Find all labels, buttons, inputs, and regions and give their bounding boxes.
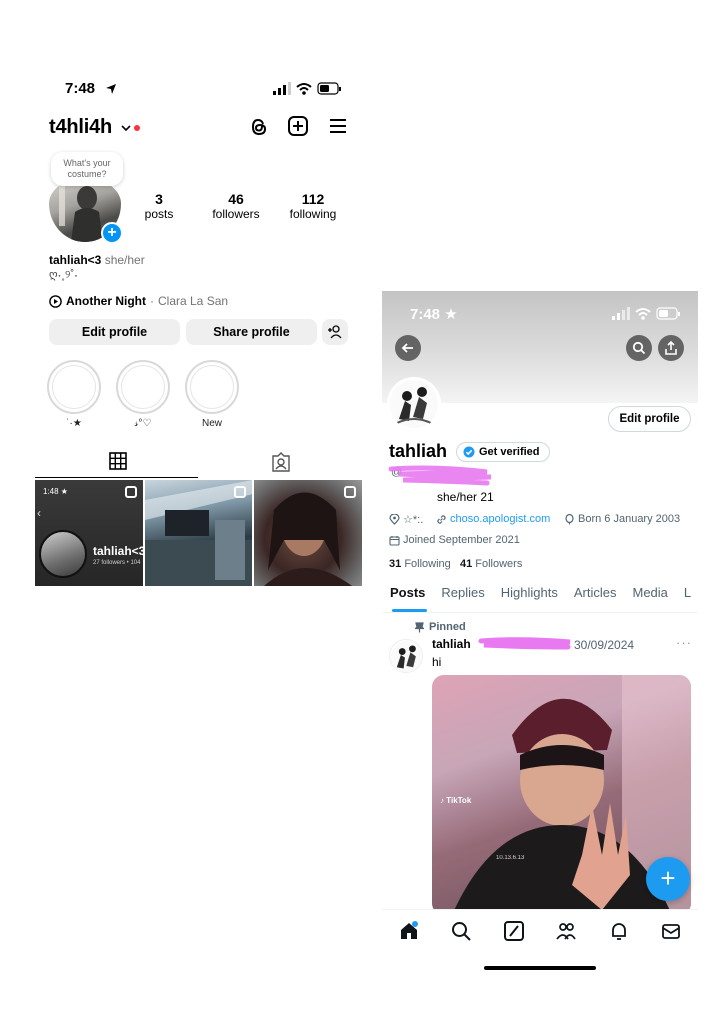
signal-icon (612, 307, 630, 320)
home-icon[interactable] (398, 920, 420, 942)
pronouns: she/her (104, 253, 145, 267)
follow-counts: 31 Following 41 Followers (389, 558, 522, 570)
new-highlight-button[interactable]: + New (184, 360, 240, 429)
status-time: 7:48 ★ (410, 306, 458, 323)
tiktok-watermark: ♪ TikTok (440, 796, 472, 805)
share-profile-button[interactable]: Share profile (186, 319, 317, 345)
search-icon[interactable] (450, 920, 472, 942)
svg-text:10.13.6.13: 10.13.6.13 (496, 855, 525, 861)
grid-post-2[interactable] (144, 480, 253, 586)
signal-icon (273, 82, 291, 95)
link-icon (436, 514, 447, 525)
edit-profile-button[interactable]: Edit profile (608, 406, 691, 432)
active-tab-indicator (35, 477, 198, 478)
display-name: tahliah<3 she/her (49, 253, 145, 267)
threads-icon[interactable] (249, 116, 269, 138)
profile-tabs: Posts Replies Highlights Articles Media … (382, 585, 698, 613)
post-date: 30/09/2024 (574, 638, 635, 652)
play-circle-icon (49, 294, 62, 308)
display-name: tahliah (389, 441, 448, 461)
song-title: Another Night (66, 294, 146, 308)
profile-link[interactable]: choso.apologist.com (436, 513, 550, 525)
post-text: hi (432, 655, 442, 669)
following-link[interactable]: 31 Following (389, 558, 451, 570)
birthday: Born 6 January 2003 (564, 513, 680, 525)
more-options-icon[interactable]: ··· (676, 635, 692, 650)
status-icons (273, 82, 343, 96)
wifi-icon (635, 308, 651, 320)
posts-count[interactable]: 3 posts (124, 191, 194, 221)
tab-highlights[interactable]: Highlights (493, 585, 566, 613)
bio-text: ღ˖˳୨˚˖ (49, 269, 78, 281)
tab-media[interactable]: Media (624, 585, 675, 613)
tab-posts[interactable]: Posts (382, 585, 433, 613)
location: ☆*:. (389, 513, 423, 526)
followers-link[interactable]: 41 Followers (460, 558, 522, 570)
wifi-icon (296, 83, 312, 95)
bottom-navigation (382, 909, 698, 976)
avatar (39, 530, 87, 578)
avatar[interactable] (387, 377, 441, 431)
back-arrow-icon[interactable] (395, 335, 421, 361)
tab-likes[interactable]: L (676, 585, 698, 613)
grid-icon[interactable] (109, 452, 127, 470)
carousel-icon (124, 486, 137, 498)
post-avatar[interactable] (389, 639, 423, 673)
profile-music[interactable]: Another Night · Clara La San (49, 294, 228, 308)
grid-post-1[interactable]: 1:48 ★ ‹ tahliah<3 27 followers • 104 (35, 480, 143, 586)
add-person-icon[interactable] (322, 319, 348, 345)
home-indicator (484, 966, 596, 970)
location-pin-icon (389, 514, 400, 525)
tab-articles[interactable]: Articles (566, 585, 625, 613)
status-time: 7:48 (65, 80, 96, 97)
chevron-left-icon: ‹ (37, 506, 41, 520)
bio-text: she/her 21 (437, 490, 494, 504)
note-bubble[interactable]: What's your costume? (51, 152, 123, 186)
username[interactable]: t4hli4h (49, 116, 112, 139)
following-count[interactable]: 112 following (278, 191, 348, 221)
carousel-icon (344, 486, 357, 498)
share-icon[interactable] (658, 335, 684, 361)
compose-post-button[interactable]: + (646, 857, 690, 901)
grok-icon[interactable] (503, 920, 525, 942)
search-icon[interactable] (626, 335, 652, 361)
bell-icon[interactable] (608, 920, 630, 942)
edit-profile-button[interactable]: Edit profile (49, 319, 180, 345)
divider (382, 612, 698, 613)
mail-icon[interactable] (660, 920, 682, 942)
hamburger-menu-icon[interactable] (329, 118, 347, 134)
tagged-person-icon[interactable] (271, 452, 291, 472)
plus-square-icon[interactable] (288, 116, 308, 136)
followers-count[interactable]: 46 followers (201, 191, 271, 221)
chevron-down-icon[interactable] (121, 124, 131, 132)
verified-badge-icon (463, 446, 475, 458)
calendar-icon (389, 535, 400, 546)
battery-icon (656, 307, 680, 320)
highlight-1[interactable]: ˙·★ (46, 360, 102, 429)
plus-icon: + (185, 360, 239, 414)
redaction-scribble (387, 464, 497, 488)
post-author[interactable]: tahliah (432, 637, 471, 651)
location-arrow-icon (105, 83, 117, 95)
battery-icon (317, 82, 341, 95)
posts-grid: 1:48 ★ ‹ tahliah<3 27 followers • 104 (35, 480, 363, 586)
notification-dot (134, 125, 140, 131)
get-verified-button[interactable]: Get verified (456, 442, 550, 462)
pin-icon (415, 621, 424, 633)
x-profile-screenshot: 7:48 ★ Edit profile tahliah Get verified (382, 291, 698, 976)
balloon-icon (564, 513, 575, 525)
redaction-scribble (478, 637, 574, 651)
song-artist: Clara La San (158, 294, 229, 308)
communities-icon[interactable] (555, 920, 577, 942)
pinned-label: Pinned (415, 621, 466, 633)
instagram-profile-screenshot: 7:48 t4hli4h + What's your costume? 3 pos… (35, 70, 363, 590)
carousel-icon (234, 486, 247, 498)
grid-post-3[interactable] (254, 480, 363, 586)
tab-replies[interactable]: Replies (433, 585, 492, 613)
status-icons (612, 307, 682, 321)
highlight-2[interactable]: 𝓈°♡ (115, 360, 171, 429)
join-date: Joined September 2021 (389, 534, 520, 546)
add-story-button[interactable]: + (101, 222, 123, 244)
